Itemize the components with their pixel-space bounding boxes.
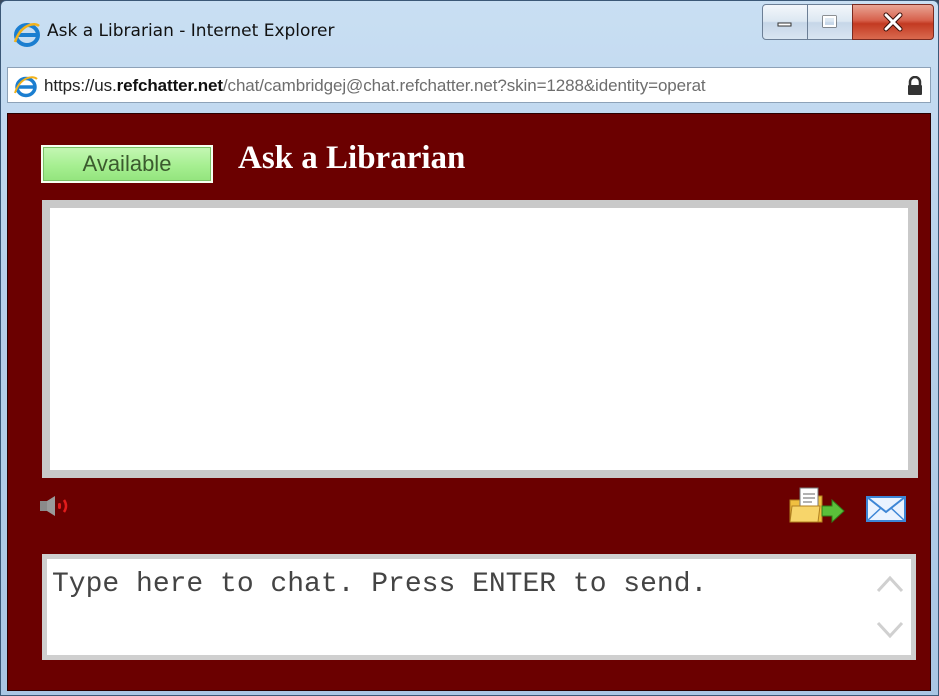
- url-text: https://us.refchatter.net/chat/cambridge…: [44, 76, 706, 96]
- maximize-button[interactable]: [807, 4, 853, 40]
- url-scheme: https://us.: [44, 76, 117, 95]
- lock-icon: [908, 76, 922, 95]
- speaker-muted-icon[interactable]: [38, 494, 82, 518]
- browser-window: Ask a Librarian - Internet Explorer http: [0, 0, 939, 696]
- status-badge: Available: [41, 145, 213, 183]
- minimize-button[interactable]: [762, 4, 808, 40]
- close-button[interactable]: [852, 4, 934, 40]
- file-transfer-icon[interactable]: [788, 486, 846, 524]
- maximize-icon: [822, 15, 837, 28]
- url-path: /chat/cambridgej@chat.refchatter.net?ski…: [222, 76, 706, 95]
- email-icon[interactable]: [864, 494, 908, 524]
- address-bar[interactable]: https://us.refchatter.net/chat/cambridge…: [7, 67, 931, 103]
- chat-input[interactable]: [52, 565, 872, 653]
- ie-logo-icon: [14, 76, 38, 98]
- ie-logo-icon: [13, 23, 40, 47]
- minimize-icon: [777, 22, 792, 27]
- close-icon: [883, 12, 903, 32]
- chat-transcript[interactable]: [42, 200, 918, 478]
- chevron-up-icon[interactable]: [875, 573, 905, 595]
- chevron-down-icon[interactable]: [875, 619, 905, 641]
- chat-widget: Available Ask a Librarian: [7, 113, 931, 691]
- chat-input-box: [42, 554, 916, 660]
- page-title: Ask a Librarian: [238, 140, 466, 176]
- window-title: Ask a Librarian - Internet Explorer: [47, 21, 335, 41]
- title-bar: Ask a Librarian - Internet Explorer: [1, 1, 938, 61]
- url-domain: refchatter.net: [116, 76, 223, 95]
